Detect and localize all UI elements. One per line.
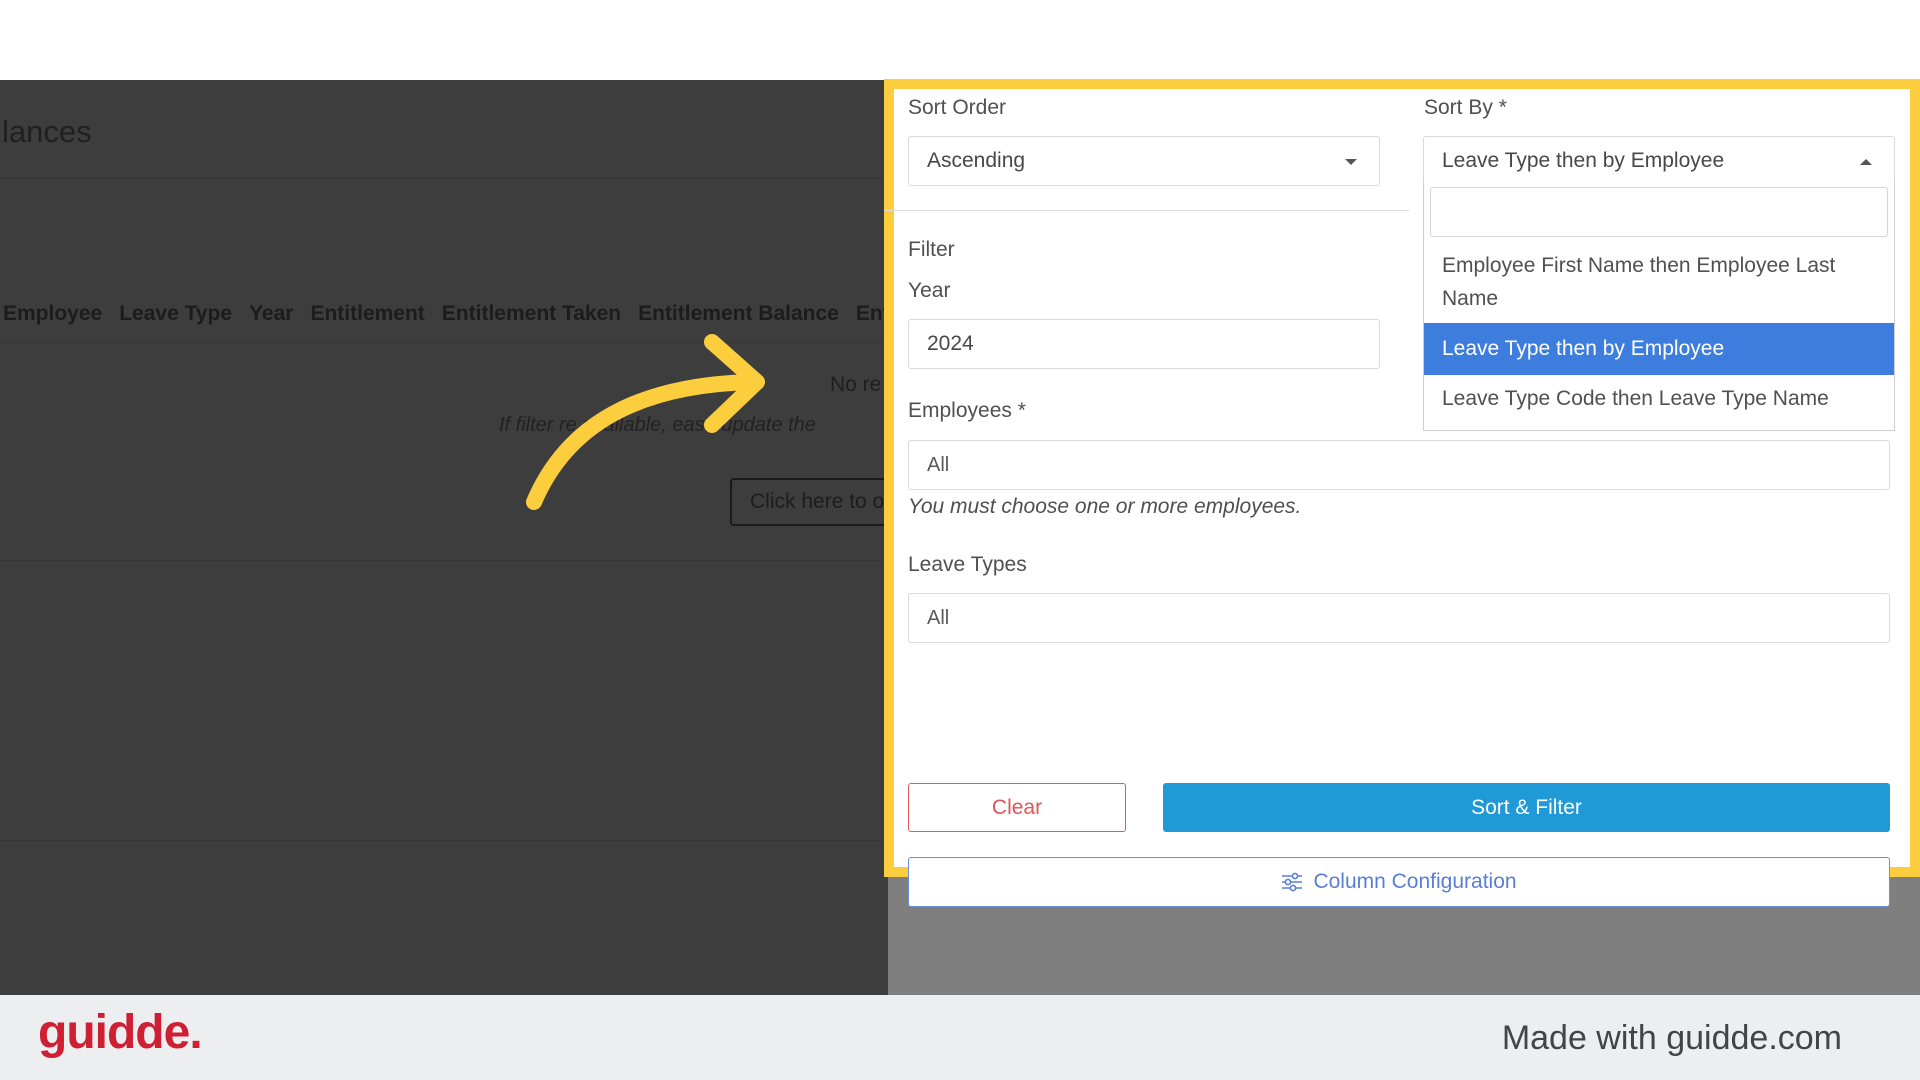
- filter-heading: Filter: [908, 238, 955, 261]
- column-configuration-label: Column Configuration: [1313, 870, 1517, 893]
- sort-by-option-leave-type-code[interactable]: Leave Type Code then Leave Type Name: [1424, 382, 1894, 415]
- sort-order-label: Sort Order: [908, 96, 1007, 119]
- chevron-up-icon: [1860, 159, 1872, 165]
- sort-filter-panel: Sort Order Ascending Sort By * Leave Typ…: [884, 79, 1920, 907]
- sort-by-select[interactable]: Leave Type then by Employee: [1423, 136, 1895, 186]
- year-label: Year: [908, 279, 951, 302]
- sort-order-select[interactable]: Ascending: [908, 136, 1380, 186]
- dropdown-search-input[interactable]: [1430, 187, 1888, 237]
- arrow-pointer-icon: [526, 334, 765, 510]
- column-configuration-button[interactable]: Column Configuration: [908, 857, 1890, 907]
- employees-select[interactable]: All: [908, 440, 1890, 490]
- sort-order-value: Ascending: [927, 149, 1026, 172]
- section-divider: [884, 210, 1409, 211]
- guidde-logo: guidde.: [38, 1006, 203, 1059]
- column-header-entitlement-taken: Entitlement Taken: [441, 302, 622, 325]
- sort-by-dropdown: Employee First Name then Employee Last N…: [1423, 181, 1895, 431]
- sliders-icon: [1282, 872, 1303, 892]
- column-header-year: Year: [249, 302, 294, 325]
- divider: [0, 560, 888, 561]
- employees-validation-hint: You must choose one or more employees.: [908, 495, 1302, 518]
- sort-filter-button[interactable]: Sort & Filter: [1163, 783, 1890, 832]
- column-header-leave-type: Leave Type: [119, 302, 233, 325]
- sort-by-option-employee-name[interactable]: Employee First Name then Employee Last N…: [1424, 249, 1894, 315]
- year-value: 2024: [927, 332, 974, 355]
- divider: [0, 178, 888, 179]
- column-header-entitlement: Entitlement: [310, 302, 425, 325]
- made-with-text: Made with guidde.com: [1501, 1019, 1842, 1057]
- clear-button[interactable]: Clear: [908, 783, 1126, 832]
- page-title: lances: [2, 114, 92, 149]
- employees-label: Employees *: [908, 399, 1026, 422]
- sort-by-option-leave-type-employee[interactable]: Leave Type then by Employee: [1424, 323, 1894, 375]
- no-results-text: No re: [830, 373, 882, 396]
- leave-types-select[interactable]: All: [908, 593, 1890, 643]
- sort-by-value: Leave Type then by Employee: [1442, 149, 1725, 172]
- leave-types-label: Leave Types: [908, 553, 1027, 576]
- divider: [0, 840, 888, 841]
- footer: guidde. Made with guidde.com: [0, 995, 1920, 1080]
- column-header-employee: Employee: [3, 302, 103, 325]
- year-input[interactable]: 2024: [908, 319, 1380, 369]
- employees-placeholder: All: [927, 454, 950, 476]
- table-header-row: Employee Leave Type Year Entitlement Ent…: [3, 302, 888, 326]
- column-header-entitlement-balance: Entitlement Balance: [638, 302, 839, 325]
- chevron-down-icon: [1345, 159, 1357, 165]
- sort-by-label: Sort By *: [1424, 96, 1507, 119]
- leave-types-placeholder: All: [927, 607, 950, 629]
- background-app: lances Employee Leave Type Year Entitlem…: [0, 80, 888, 995]
